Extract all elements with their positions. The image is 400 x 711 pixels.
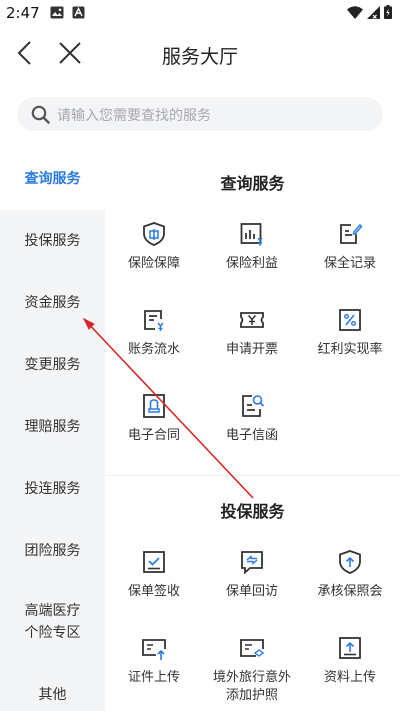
benefit-chart-icon xyxy=(240,223,263,246)
sidebar-item-query[interactable]: 查询服务 xyxy=(0,148,105,210)
tile-label: 保险利益 xyxy=(225,256,278,271)
tile-label: 保单签收 xyxy=(127,584,180,599)
signal-icon xyxy=(367,5,380,19)
search-icon xyxy=(31,105,50,124)
tile-insurance-coverage[interactable]: 保险保障 xyxy=(105,220,203,273)
sidebar-item-label: 团险服务 xyxy=(24,543,81,559)
sidebar-item-label-line1: 高端医疗 xyxy=(24,603,81,619)
tile-label: 申请开票 xyxy=(225,342,278,357)
tile-e-letter[interactable]: 电子信函 xyxy=(203,392,301,445)
sidebar-item-claims[interactable]: 理赔服务 xyxy=(0,396,105,458)
service-content: 查询服务 保险保障 保险利益 保全记录 账务流水 申请开票 红利实现率 电子合同… xyxy=(105,148,400,711)
section-divider xyxy=(105,475,400,476)
tile-underwriting-notice[interactable]: 承核保照会 xyxy=(301,548,399,601)
tile-label: 保单回访 xyxy=(225,584,278,599)
search-placeholder: 请输入您需要查找的服务 xyxy=(57,108,211,124)
tile-label: 保全记录 xyxy=(323,256,376,271)
sidebar-item-other[interactable]: 其他 xyxy=(0,662,105,711)
tile-preservation-record[interactable]: 保全记录 xyxy=(301,220,399,273)
sidebar-item-label: 理赔服务 xyxy=(24,419,81,435)
callback-icon xyxy=(241,551,263,575)
contract-icon xyxy=(143,394,165,418)
wifi-icon xyxy=(347,5,363,19)
battery-icon xyxy=(384,5,392,19)
status-bar: 2:47 xyxy=(0,0,400,28)
tile-label: 账务流水 xyxy=(127,342,180,357)
tile-label: 电子合同 xyxy=(127,428,180,443)
tile-label: 电子信函 xyxy=(225,428,278,443)
passport-icon xyxy=(240,639,265,657)
sidebar-item-label-line2: 个险专区 xyxy=(24,625,81,641)
status-system-icons xyxy=(347,5,392,19)
sidebar-item-label: 资金服务 xyxy=(24,295,81,311)
tile-e-contract[interactable]: 电子合同 xyxy=(105,392,203,445)
sidebar-item-label: 投保服务 xyxy=(24,233,81,249)
search-input[interactable]: 请输入您需要查找的服务 xyxy=(17,97,383,131)
page-title: 服务大厅 xyxy=(161,46,238,68)
app-notification-icon xyxy=(72,6,85,19)
section-title-insure: 投保服务 xyxy=(220,502,285,521)
tile-label: 红利实现率 xyxy=(317,342,383,357)
sidebar-item-investment-linked[interactable]: 投连服务 xyxy=(0,458,105,520)
sidebar-item-insure[interactable]: 投保服务 xyxy=(0,210,105,272)
file-upload-icon xyxy=(339,637,361,659)
section-title-query: 查询服务 xyxy=(220,174,285,193)
sidebar-item-premium-medical[interactable]: 高端医疗 个险专区 xyxy=(0,582,105,662)
statement-icon xyxy=(144,310,164,331)
invoice-icon xyxy=(240,312,264,328)
navigation-bar: 服务大厅 xyxy=(0,28,400,80)
sidebar-item-change[interactable]: 变更服务 xyxy=(0,334,105,396)
sidebar-item-funds[interactable]: 资金服务 xyxy=(0,272,105,334)
sidebar-item-label: 投连服务 xyxy=(24,481,81,497)
tile-label: 资料上传 xyxy=(323,670,376,685)
tile-account-statement[interactable]: 账务流水 xyxy=(105,306,203,359)
percent-icon xyxy=(339,309,361,331)
tile-label-line2: 添加护照 xyxy=(225,688,278,703)
tile-document-upload[interactable]: 资料上传 xyxy=(301,634,399,687)
shield-icon xyxy=(143,222,165,246)
tile-label: 证件上传 xyxy=(127,670,180,685)
status-notification-icons xyxy=(50,6,85,19)
status-time: 2:47 xyxy=(6,4,40,22)
tile-dividend-rate[interactable]: 红利实现率 xyxy=(301,306,399,359)
category-sidebar: 查询服务 投保服务 资金服务 变更服务 理赔服务 投连服务 团险服务 高端医疗 … xyxy=(0,148,105,711)
tile-apply-invoice[interactable]: 申请开票 xyxy=(203,306,301,359)
tile-id-upload[interactable]: 证件上传 xyxy=(105,634,203,687)
checkbox-icon xyxy=(143,551,165,573)
sidebar-item-label: 其他 xyxy=(38,687,67,703)
sidebar-item-label: 变更服务 xyxy=(24,357,81,373)
sidebar-item-label: 查询服务 xyxy=(24,171,81,187)
image-notification-icon xyxy=(50,6,64,19)
tile-policy-callback[interactable]: 保单回访 xyxy=(203,548,301,601)
tile-policy-sign[interactable]: 保单签收 xyxy=(105,548,203,601)
tile-label: 承核保照会 xyxy=(317,584,383,599)
letter-search-icon xyxy=(242,395,265,417)
tile-label: 保险保障 xyxy=(127,256,180,271)
tile-insurance-benefit[interactable]: 保险利益 xyxy=(203,220,301,273)
record-edit-icon xyxy=(340,223,363,244)
tile-passport-travel[interactable]: 境外旅行意外 添加护照 xyxy=(203,634,301,705)
sidebar-item-group[interactable]: 团险服务 xyxy=(0,520,105,582)
upload-shield-icon xyxy=(339,550,361,574)
tile-label-line1: 境外旅行意外 xyxy=(212,670,291,685)
id-upload-icon xyxy=(142,639,166,660)
